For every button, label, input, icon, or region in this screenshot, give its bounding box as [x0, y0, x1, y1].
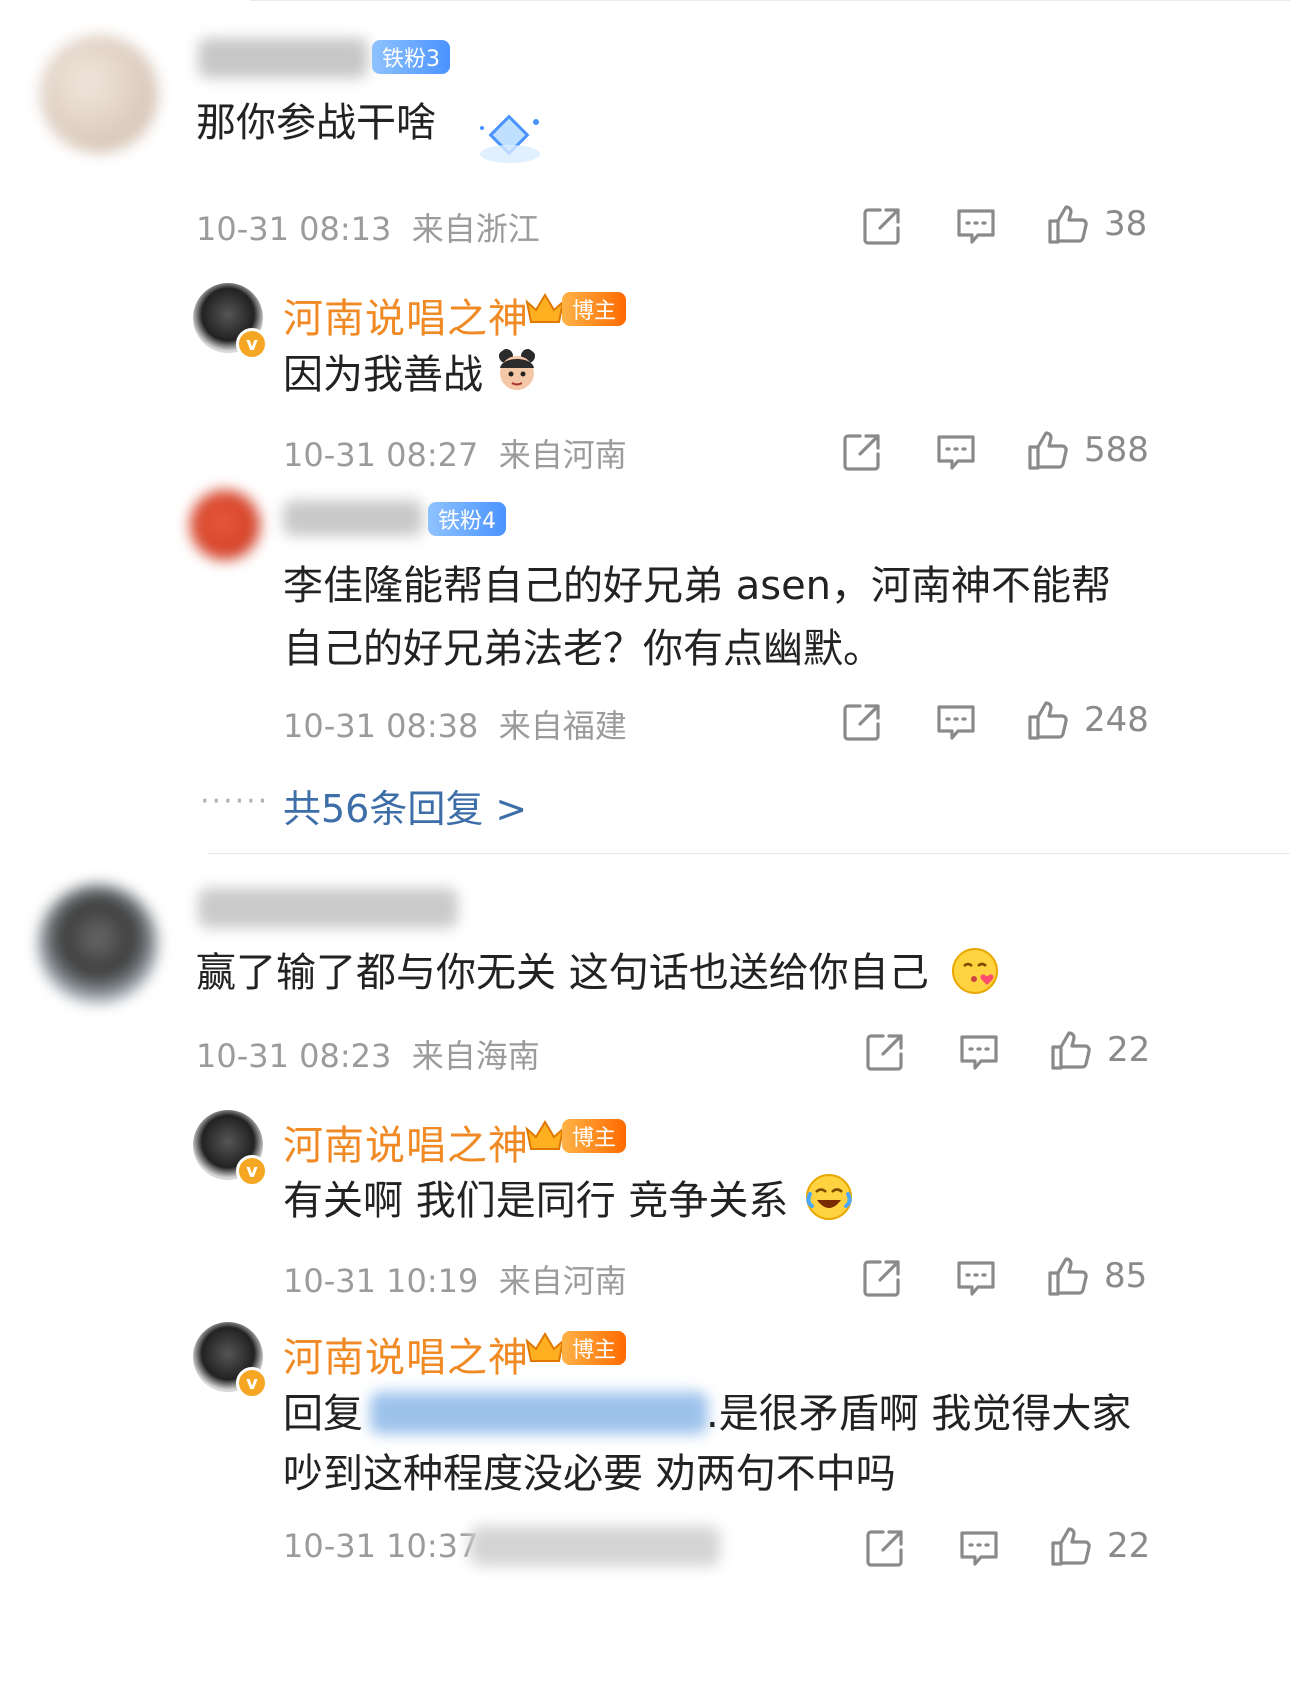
avatar[interactable] — [190, 490, 260, 560]
comment-text: 赢了输了都与你无关 这句话也送给你自己 — [196, 950, 929, 996]
comment-time: 10-31 08:23 — [196, 1037, 392, 1075]
comment-icon[interactable] — [957, 1526, 1001, 1570]
like-count: 38 — [1104, 204, 1148, 244]
crown-icon — [525, 1120, 565, 1150]
username-obscured[interactable] — [283, 500, 423, 536]
more-replies-link[interactable]: 共56条回复 > — [283, 778, 527, 833]
like-button[interactable]: 22 — [1049, 1028, 1150, 1072]
comment-icon[interactable] — [934, 700, 978, 744]
comment-location: 来自海南 — [411, 1037, 540, 1075]
like-icon — [1026, 698, 1070, 742]
comment-text: 那你参战干啥 — [196, 100, 436, 146]
reply-text: 有关啊 我们是同行 竞争关系 — [283, 1178, 789, 1224]
username-obscured[interactable] — [198, 38, 368, 78]
reply-location: 来自福建 — [498, 707, 627, 745]
verified-badge-icon: v — [236, 328, 268, 360]
username-obscured[interactable] — [198, 888, 458, 928]
blogger-badge-label: 博主 — [572, 1338, 617, 1363]
verified-badge-icon: v — [236, 1155, 268, 1187]
share-icon[interactable] — [863, 1526, 907, 1570]
reply-time: 10-31 08:38 — [283, 707, 479, 745]
reply-text-line2: 吵到这种程度没必要 劝两句不中吗 — [283, 1451, 896, 1497]
like-count: 85 — [1104, 1256, 1148, 1296]
comment-divider — [208, 853, 1290, 854]
like-button[interactable]: 22 — [1049, 1524, 1150, 1568]
like-icon — [1026, 428, 1070, 472]
comment-location: 来自浙江 — [411, 210, 540, 248]
reply-meta: 10-31 08:27 来自河南 — [283, 430, 627, 476]
reply-nickname[interactable]: 河南说唱之神 — [283, 1113, 529, 1171]
fan-badge-label: 铁粉3 — [382, 47, 440, 72]
like-button[interactable]: 588 — [1026, 428, 1149, 472]
share-icon[interactable] — [840, 430, 884, 474]
blogger-badge: 博主 — [562, 292, 627, 326]
reply-time: 10-31 10:37 — [283, 1527, 479, 1565]
like-button[interactable]: 248 — [1026, 698, 1149, 742]
like-button[interactable]: 85 — [1046, 1254, 1147, 1298]
crown-icon — [525, 293, 565, 323]
like-icon — [1049, 1524, 1093, 1568]
avatar[interactable] — [38, 884, 158, 1004]
kiss-emoji-icon — [952, 948, 998, 994]
reply-location: 来自河南 — [498, 436, 627, 474]
reply-meta: 10-31 08:38 来自福建 — [283, 701, 627, 747]
blogger-badge-label: 博主 — [572, 299, 617, 324]
verified-badge-icon: v — [236, 1367, 268, 1399]
reply-text-line2: 自己的好兄弟法老？你有点幽默。 — [283, 626, 883, 672]
share-icon[interactable] — [860, 204, 904, 248]
reply-nickname[interactable]: 河南说唱之神 — [283, 286, 529, 344]
fan-badge-label: 铁粉4 — [438, 509, 496, 534]
avatar[interactable] — [40, 35, 158, 153]
reply-meta: 10-31 10:37 — [283, 1527, 478, 1565]
reply-nickname[interactable]: 河南说唱之神 — [283, 1325, 529, 1383]
reply-time: 10-31 10:19 — [283, 1262, 479, 1300]
watermark-obscured — [470, 1526, 720, 1566]
comment-time: 10-31 08:13 — [196, 210, 392, 248]
reply-text-line1: 李佳隆能帮自己的好兄弟 asen，河南神不能帮 — [283, 563, 1112, 609]
like-count: 22 — [1107, 1030, 1151, 1070]
blogger-badge: 博主 — [562, 1119, 627, 1153]
fan-badge: 铁粉3 — [372, 40, 450, 74]
like-count: 588 — [1084, 430, 1149, 470]
reply-prefix: 回复 — [283, 1391, 363, 1437]
comment-meta: 10-31 08:13 来自浙江 — [196, 204, 540, 250]
like-button[interactable]: 38 — [1046, 202, 1147, 246]
comment-icon[interactable] — [957, 1030, 1001, 1074]
like-icon — [1049, 1028, 1093, 1072]
reply-time: 10-31 08:27 — [283, 436, 479, 474]
reply-meta: 10-31 10:19 来自河南 — [283, 1256, 627, 1302]
like-count: 248 — [1084, 700, 1149, 740]
blogger-badge: 博主 — [562, 1331, 627, 1365]
like-count: 22 — [1107, 1526, 1151, 1566]
comment-icon[interactable] — [954, 1256, 998, 1300]
blogger-badge-label: 博主 — [572, 1126, 617, 1151]
like-icon — [1046, 1254, 1090, 1298]
more-dots: ······ — [200, 784, 270, 819]
cartoon-emoji-icon — [499, 349, 535, 390]
crown-icon — [525, 1332, 565, 1362]
laugh-cry-emoji-icon — [806, 1174, 852, 1220]
fan-badge: 铁粉4 — [428, 502, 506, 536]
diamond-sticker-icon — [480, 114, 540, 163]
share-icon[interactable] — [840, 700, 884, 744]
share-icon[interactable] — [860, 1256, 904, 1300]
comment-icon[interactable] — [954, 204, 998, 248]
comment-icon[interactable] — [934, 430, 978, 474]
reply-text-line1: .是很矛盾啊 我觉得大家 — [706, 1391, 1132, 1437]
reply-text: 因为我善战 — [283, 352, 483, 398]
reply-location: 来自河南 — [498, 1262, 627, 1300]
share-icon[interactable] — [863, 1030, 907, 1074]
comment-meta: 10-31 08:23 来自海南 — [196, 1031, 540, 1077]
top-divider — [250, 0, 1290, 1]
like-icon — [1046, 202, 1090, 246]
mentioned-user-obscured[interactable] — [370, 1392, 708, 1434]
